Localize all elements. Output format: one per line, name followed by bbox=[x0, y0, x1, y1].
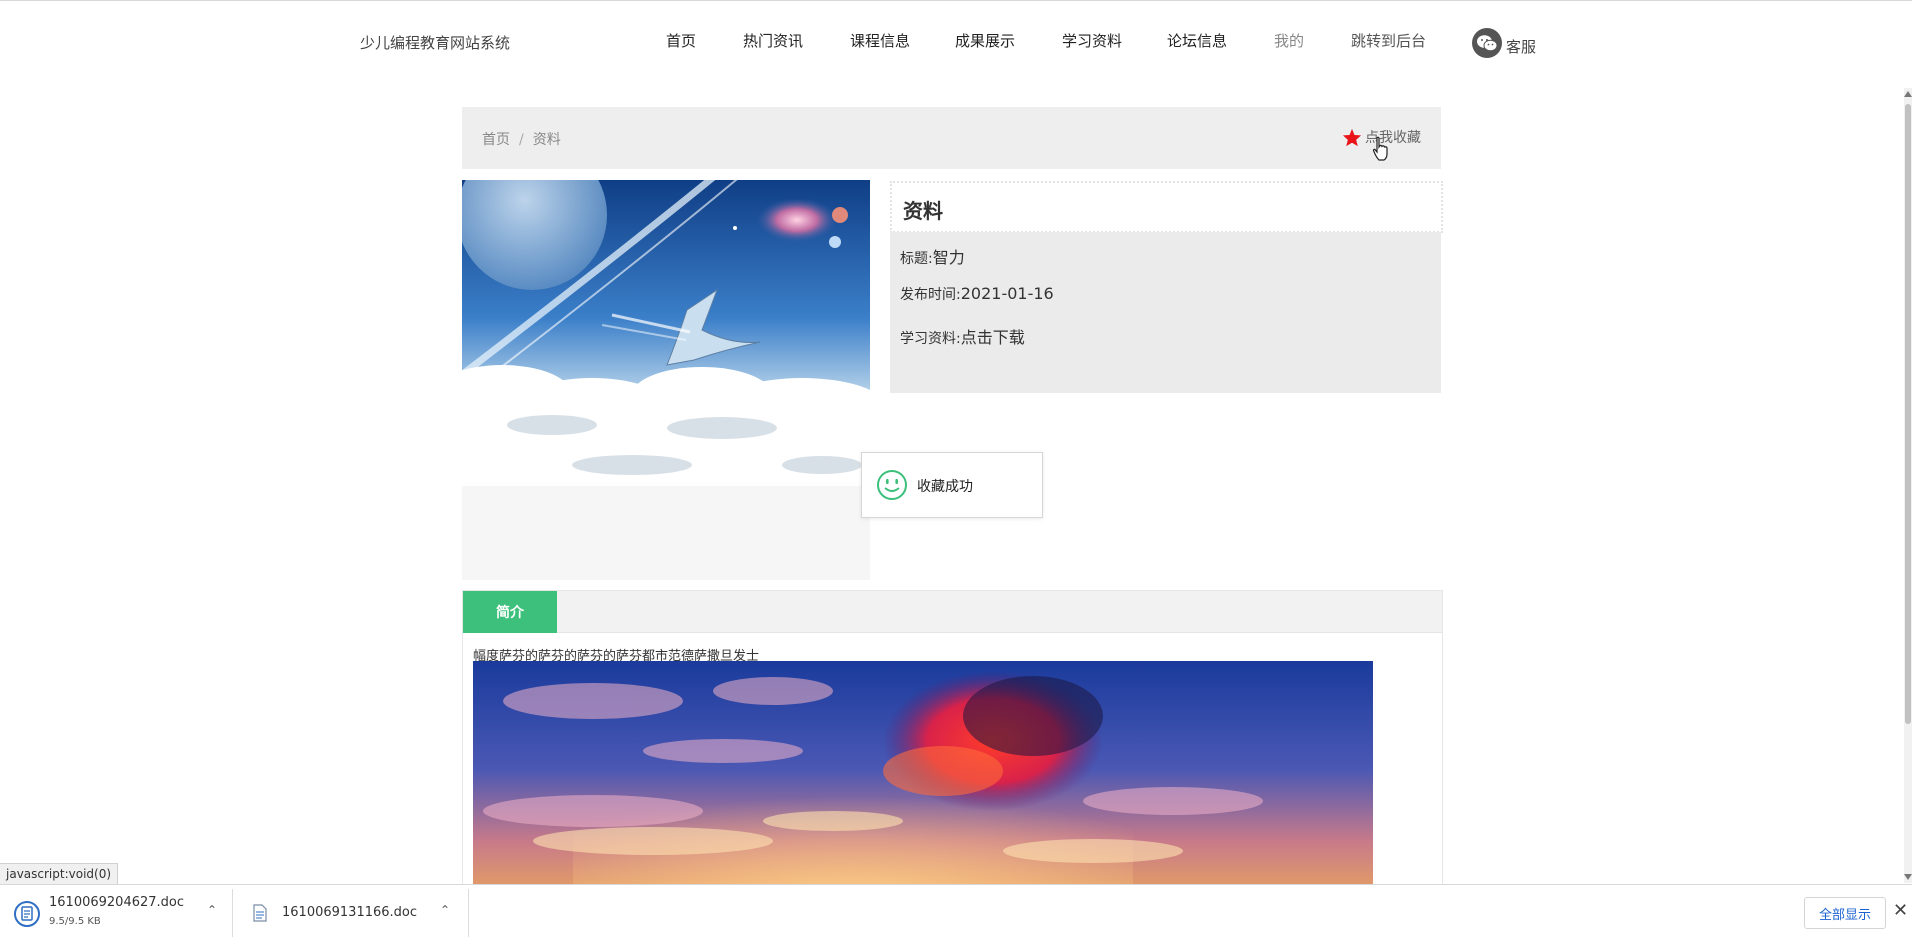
download-link[interactable]: 点击下载 bbox=[961, 328, 1025, 347]
date-value: 2021-01-16 bbox=[960, 284, 1054, 303]
download-filename: 1610069131166.doc bbox=[282, 905, 418, 920]
scroll-up-arrow-icon[interactable] bbox=[1904, 91, 1912, 97]
nav-hot-news[interactable]: 热门资讯 bbox=[743, 30, 803, 51]
download-filename: 1610069204627.doc bbox=[49, 895, 185, 910]
download-divider bbox=[468, 889, 469, 937]
star-icon bbox=[1342, 128, 1362, 146]
doc-file-icon bbox=[14, 901, 40, 927]
breadcrumb: 首页 / 资料 bbox=[482, 129, 561, 149]
tab-bar bbox=[463, 591, 1442, 633]
nav-courses[interactable]: 课程信息 bbox=[850, 30, 910, 51]
favorite-success-toast: 收藏成功 bbox=[861, 452, 1043, 518]
service-label: 客服 bbox=[1506, 38, 1537, 56]
vertical-scrollbar[interactable] bbox=[1904, 88, 1912, 883]
breadcrumb-current: 资料 bbox=[532, 132, 561, 148]
title-label: 标题: bbox=[900, 251, 933, 267]
customer-service[interactable]: 客服 bbox=[1472, 28, 1536, 58]
site-title: 少儿编程教育网站系统 bbox=[360, 34, 511, 52]
cover-panel bbox=[462, 180, 870, 580]
hand-cursor-icon bbox=[1372, 136, 1388, 161]
download-item[interactable]: 1610069131166.doc ⌃ bbox=[233, 885, 469, 941]
top-border bbox=[0, 0, 1912, 1]
file-label: 学习资料: bbox=[900, 331, 961, 347]
download-item[interactable]: 1610069204627.doc 9.5/9.5 KB ⌃ bbox=[0, 885, 233, 941]
nav-materials[interactable]: 学习资料 bbox=[1062, 30, 1122, 51]
intro-image bbox=[473, 661, 1373, 901]
toast-message: 收藏成功 bbox=[917, 479, 973, 495]
scroll-down-arrow-icon[interactable] bbox=[1904, 874, 1912, 880]
download-bar: 1610069204627.doc 9.5/9.5 KB ⌃ 161006913… bbox=[0, 884, 1912, 941]
nav-mine[interactable]: 我的 bbox=[1274, 30, 1304, 51]
smile-icon bbox=[877, 470, 907, 500]
info-heading: 资料 bbox=[903, 199, 943, 223]
nav-forum[interactable]: 论坛信息 bbox=[1167, 30, 1227, 51]
tab-intro[interactable]: 简介 bbox=[463, 591, 557, 633]
title-row: 标题:智力 bbox=[900, 244, 965, 268]
doc-file-icon bbox=[253, 904, 267, 922]
date-row: 发布时间:2021-01-16 bbox=[900, 284, 1054, 304]
wechat-icon bbox=[1472, 28, 1502, 58]
date-label: 发布时间: bbox=[900, 287, 961, 303]
nav-admin[interactable]: 跳转到后台 bbox=[1351, 30, 1426, 51]
download-size: 9.5/9.5 KB bbox=[49, 916, 101, 927]
scrollbar-thumb[interactable] bbox=[1905, 104, 1911, 724]
breadcrumb-bar: 首页 / 资料 点我收藏 bbox=[462, 107, 1441, 169]
nav-achievements[interactable]: 成果展示 bbox=[955, 30, 1015, 51]
intro-section: 简介 幅度萨芬的萨芬的萨芬的萨芬都市范德萨撒旦发士 bbox=[462, 590, 1443, 902]
show-all-button[interactable]: 全部显示 bbox=[1804, 897, 1886, 929]
info-details: 标题:智力 发布时间:2021-01-16 学习资料:点击下载 bbox=[890, 232, 1441, 393]
cover-image bbox=[462, 180, 870, 486]
close-icon[interactable]: ✕ bbox=[1893, 901, 1908, 921]
chevron-up-icon[interactable]: ⌃ bbox=[440, 903, 450, 917]
info-header: 资料 bbox=[890, 181, 1443, 233]
title-value: 智力 bbox=[932, 248, 965, 267]
breadcrumb-separator: / bbox=[519, 132, 524, 148]
chevron-up-icon[interactable]: ⌃ bbox=[207, 903, 217, 917]
breadcrumb-home[interactable]: 首页 bbox=[482, 132, 510, 148]
file-row: 学习资料:点击下载 bbox=[900, 324, 1025, 348]
status-url: javascript:void(0) bbox=[0, 863, 119, 885]
nav-home[interactable]: 首页 bbox=[666, 30, 696, 51]
